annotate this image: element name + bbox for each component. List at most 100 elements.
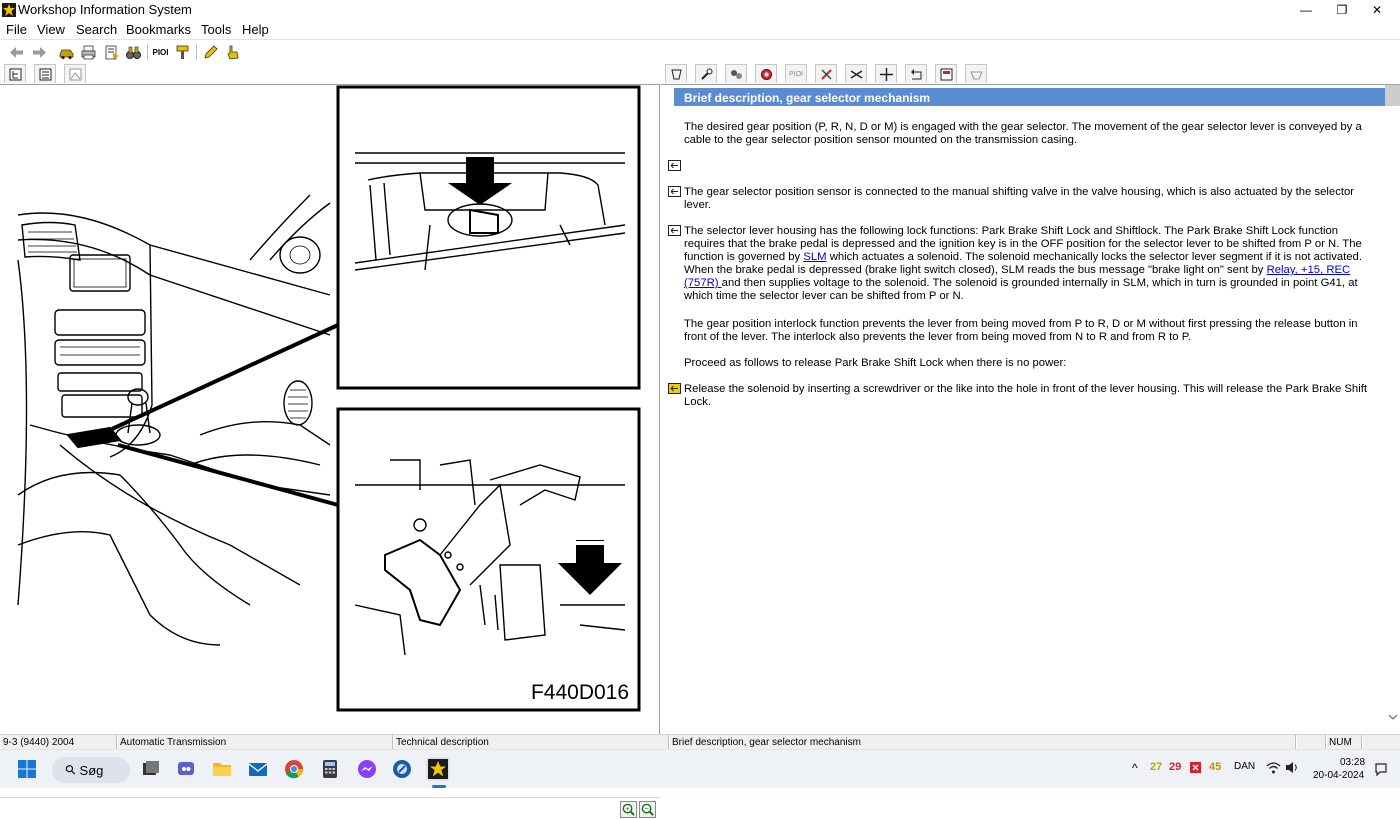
tab-history[interactable] xyxy=(905,64,927,83)
yellow-tool-icon xyxy=(176,45,189,59)
tray-count-3[interactable]: 45 xyxy=(1209,761,1221,773)
mail-button[interactable] xyxy=(246,757,270,781)
menu-tools[interactable]: Tools xyxy=(201,22,231,37)
print-button[interactable] xyxy=(79,43,98,61)
clock-date[interactable]: 20-04-2024 xyxy=(1313,770,1364,781)
add-bookmark-icon xyxy=(105,45,119,59)
gear-selector-illustration[interactable]: F440D016 xyxy=(0,85,660,713)
wrench-icon xyxy=(700,68,712,80)
step-marker-icon[interactable] xyxy=(668,186,681,197)
back-arrow-icon xyxy=(10,46,23,58)
bulletin-icon xyxy=(940,68,952,80)
list-view-icon xyxy=(39,68,51,80)
tab-tools[interactable] xyxy=(815,64,837,83)
language-indicator[interactable]: DAN xyxy=(1234,761,1255,772)
slm-link[interactable]: SLM xyxy=(803,251,826,263)
volume-icon[interactable] xyxy=(1285,761,1299,774)
clock-time[interactable]: 03:28 xyxy=(1340,757,1365,768)
zoom-out-button[interactable]: − xyxy=(639,801,656,818)
add-bookmark-button[interactable] xyxy=(102,43,121,61)
tab-diagnostics[interactable] xyxy=(755,64,777,83)
tab-position[interactable] xyxy=(875,64,897,83)
notifications-icon[interactable] xyxy=(1374,762,1388,776)
illustration-pane: F440D016 + − xyxy=(0,84,660,819)
status-bar: 9-3 (9440) 2004 Automatic Transmission T… xyxy=(0,734,1400,750)
app-circle-button[interactable] xyxy=(390,757,414,781)
zoom-bar: + − xyxy=(0,797,660,819)
menu-bar: File View Search Bookmarks Tools Help xyxy=(0,21,1400,40)
pioi-label: PIOI xyxy=(152,47,169,57)
app-icon xyxy=(2,3,16,17)
tab-tree-view[interactable] xyxy=(4,64,26,83)
step-marker-active-icon[interactable] xyxy=(668,383,681,394)
menu-help[interactable]: Help xyxy=(242,22,269,37)
menu-file[interactable]: File xyxy=(6,22,27,37)
tab-bulletin[interactable] xyxy=(935,64,957,83)
teams-button[interactable] xyxy=(174,757,198,781)
windows-logo-icon xyxy=(18,760,36,778)
folder-icon xyxy=(213,763,231,776)
document-header: Brief description, gear selector mechani… xyxy=(674,88,1385,106)
window-title: Workshop Information System xyxy=(18,2,192,17)
taskbar-search[interactable]: ⚲ Søg xyxy=(52,757,130,783)
tab-adjustment[interactable] xyxy=(845,64,867,83)
find-button[interactable] xyxy=(124,43,143,61)
history-icon xyxy=(910,68,921,79)
search-label: Søg xyxy=(79,762,104,778)
wis-app-button[interactable] xyxy=(426,757,450,781)
zoom-in-icon: + xyxy=(622,803,635,816)
tab-list-view[interactable] xyxy=(34,64,56,83)
status-doc-title: Brief description, gear selector mechani… xyxy=(669,735,1296,750)
status-doc-type: Technical description xyxy=(393,735,669,750)
scroll-down-icon[interactable] xyxy=(1388,713,1398,721)
back-button[interactable] xyxy=(7,43,26,61)
document-scrollbar[interactable] xyxy=(1385,85,1400,735)
select-button[interactable] xyxy=(223,43,242,61)
step-marker-icon[interactable] xyxy=(668,225,681,236)
search-icon: ⚲ xyxy=(61,760,80,779)
vehicle-button[interactable] xyxy=(57,43,76,61)
pencil-icon xyxy=(204,44,218,59)
close-button[interactable]: ✕ xyxy=(1354,0,1400,21)
wis-app-icon xyxy=(428,759,448,779)
menu-search[interactable]: Search xyxy=(76,22,117,37)
tray-alert-icon[interactable] xyxy=(1189,761,1202,774)
start-button[interactable] xyxy=(15,757,39,781)
forward-arrow-icon xyxy=(33,46,46,58)
yellow-tool-button[interactable] xyxy=(173,43,192,61)
scrollbar-thumb[interactable] xyxy=(1385,85,1400,106)
tray-chevron-icon[interactable]: ^ xyxy=(1132,761,1138,775)
tab-pioi[interactable]: PIOI xyxy=(785,64,807,83)
tray-count-1[interactable]: 27 xyxy=(1150,761,1162,773)
menu-bookmarks[interactable]: Bookmarks xyxy=(126,22,191,37)
forward-button[interactable] xyxy=(30,43,49,61)
toolbar-separator xyxy=(196,44,197,60)
task-view-button[interactable] xyxy=(139,757,163,781)
edit-button[interactable] xyxy=(201,43,220,61)
toolbar-separator xyxy=(147,44,148,60)
zoom-out-icon: − xyxy=(641,803,654,816)
wifi-icon[interactable] xyxy=(1266,761,1281,774)
file-explorer-button[interactable] xyxy=(210,757,234,781)
tab-wrench[interactable] xyxy=(695,64,717,83)
tab-gearbox[interactable] xyxy=(665,64,687,83)
status-empty xyxy=(1362,735,1400,750)
taskbar: ⚲ Søg ^ 27 29 45 DAN 03:28 20-04-2024 xyxy=(0,749,1400,788)
title-bar: Workshop Information System — ❐ ✕ xyxy=(0,0,1400,21)
chrome-icon xyxy=(285,760,303,779)
task-view-icon xyxy=(143,761,159,775)
teams-icon xyxy=(178,762,194,775)
menu-view[interactable]: View xyxy=(37,22,65,37)
pioi-button[interactable]: PIOI xyxy=(151,43,170,61)
messenger-button[interactable] xyxy=(355,757,379,781)
tab-part[interactable] xyxy=(965,64,987,83)
step-marker-icon[interactable] xyxy=(668,160,681,171)
zoom-in-button[interactable]: + xyxy=(620,801,637,818)
calculator-button[interactable] xyxy=(318,757,342,781)
tab-image-view[interactable] xyxy=(64,64,86,83)
pointer-hand-icon xyxy=(227,45,239,59)
tab-components[interactable] xyxy=(725,64,747,83)
status-empty xyxy=(1296,735,1326,750)
tray-count-2[interactable]: 29 xyxy=(1169,761,1181,773)
chrome-button[interactable] xyxy=(282,757,306,781)
